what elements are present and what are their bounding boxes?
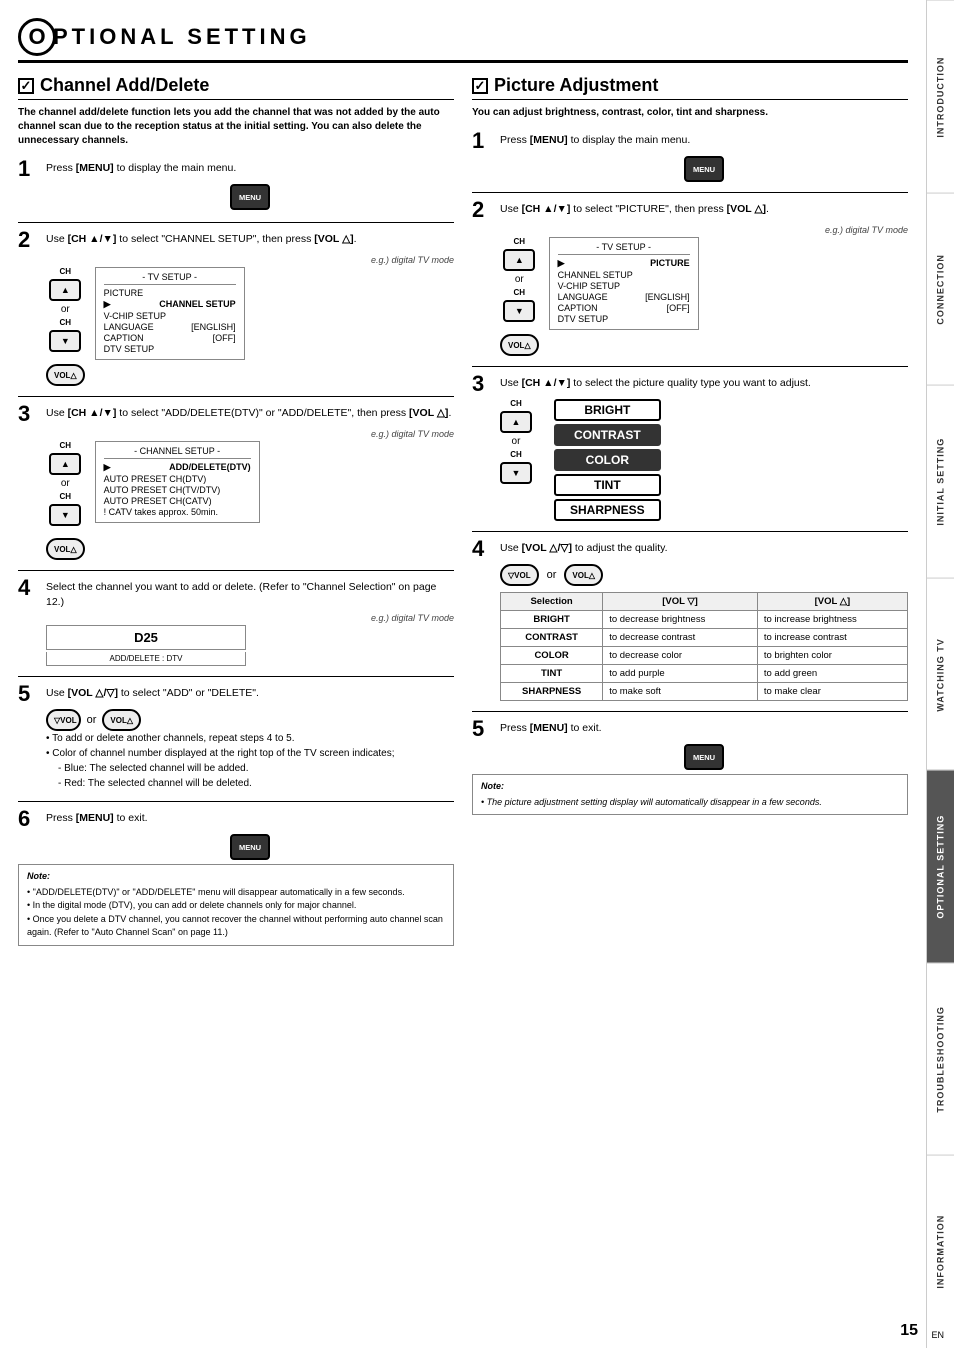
- quality-buttons: BRIGHT CONTRAST COLOR TINT SHARPNESS: [554, 399, 661, 521]
- ch-down-btn-p3[interactable]: [500, 462, 532, 484]
- page-number: 15: [900, 1322, 918, 1340]
- picture-section: ✓ Picture Adjustment You can adjust brig…: [472, 75, 908, 956]
- bright-btn: BRIGHT: [554, 399, 661, 421]
- ch-up-btn-p3[interactable]: [500, 411, 532, 433]
- color-btn: COLOR: [554, 449, 661, 471]
- right-sidebar: INTRODUCTION CONNECTION INITIAL SETTING …: [926, 0, 954, 1348]
- channel-step-3: 3 Use [CH ▲/▼] to select "ADD/DELETE(DTV…: [18, 403, 454, 560]
- picture-desc: You can adjust brightness, contrast, col…: [472, 106, 908, 120]
- menu-btn-p1: MENU: [684, 156, 724, 182]
- header-title: PTIONAL SETTING: [53, 24, 311, 50]
- menu-button-area-p5: MENU: [500, 744, 908, 770]
- vol-up-btn-p4[interactable]: VOL△: [564, 564, 603, 586]
- ch-down-btn-2[interactable]: [49, 330, 81, 352]
- sidebar-tab-connection[interactable]: CONNECTION: [927, 193, 954, 386]
- pic-step-1: 1 Press [MENU] to display the main menu.…: [472, 130, 908, 182]
- channel-step-5: 5 Use [VOL △/▽] to select "ADD" or "DELE…: [18, 683, 454, 791]
- channel-step-4: 4 Select the channel you want to add or …: [18, 577, 454, 666]
- page-header: O PTIONAL SETTING: [18, 18, 908, 63]
- channel-step-6: 6 Press [MENU] to exit. MENU Note: "ADD/…: [18, 808, 454, 946]
- vol-up-btn-p2[interactable]: VOL△: [500, 334, 539, 356]
- vol-up-btn-3[interactable]: VOL△: [46, 538, 85, 560]
- table-row: SHARPNESS to make soft to make clear: [501, 683, 908, 701]
- add-delete-label: ADD/DELETE : DTV: [46, 652, 246, 666]
- header-circle: O: [18, 18, 56, 56]
- sidebar-tab-information[interactable]: INFORMATION: [927, 1155, 954, 1348]
- picture-heading: ✓ Picture Adjustment: [472, 75, 908, 100]
- channel-desc: The channel add/delete function lets you…: [18, 106, 454, 148]
- sidebar-tab-troubleshooting[interactable]: TROUBLESHOOTING: [927, 963, 954, 1156]
- pic-step-2: 2 Use [CH ▲/▼] to select "PICTURE", then…: [472, 199, 908, 356]
- channel-heading: ✓ Channel Add/Delete: [18, 75, 454, 100]
- tint-btn: TINT: [554, 474, 661, 496]
- ch-buttons-3: CH or CH VOL△: [46, 441, 85, 560]
- ch-buttons-2: CH or CH VOL△: [46, 267, 85, 386]
- vol-down-btn-p4[interactable]: ▽VOL: [500, 564, 539, 586]
- tv-setup-box-2: - TV SETUP - PICTURE CHANNEL SETUP V-CHI…: [95, 267, 245, 360]
- menu-button-area-p1: MENU: [500, 156, 908, 182]
- sidebar-tab-watching[interactable]: WATCHING TV: [927, 578, 954, 771]
- ch-up-btn-2[interactable]: [49, 279, 81, 301]
- en-label: EN: [931, 1330, 944, 1340]
- sidebar-tab-introduction[interactable]: INTRODUCTION: [927, 0, 954, 193]
- step5-bullets: To add or delete another channels, repea…: [46, 731, 454, 761]
- vol-down-btn-5[interactable]: ▽VOL: [46, 709, 81, 731]
- ch-buttons-p3: CH or CH: [500, 399, 532, 484]
- ch-up-btn-3[interactable]: [49, 453, 81, 475]
- pic-step-3: 3 Use [CH ▲/▼] to select the picture qua…: [472, 373, 908, 521]
- d25-box: D25: [46, 625, 246, 650]
- vol-up-btn-5[interactable]: VOL△: [102, 709, 141, 731]
- menu-button-area-6: MENU: [46, 834, 454, 860]
- vol-up-btn-2[interactable]: VOL△: [46, 364, 85, 386]
- sidebar-tab-optional[interactable]: OPTIONAL SETTING: [927, 770, 954, 963]
- tv-setup-box-p2: - TV SETUP - PICTURE CHANNEL SETUP V-CHI…: [549, 237, 699, 330]
- menu-btn-1: MENU: [230, 184, 270, 210]
- picture-note-box: Note: The picture adjustment setting dis…: [472, 774, 908, 815]
- table-row: CONTRAST to decrease contrast to increas…: [501, 629, 908, 647]
- contrast-btn: CONTRAST: [554, 424, 661, 446]
- step5-indent: Blue: The selected channel will be added…: [58, 761, 454, 791]
- sidebar-tab-initial[interactable]: INITIAL SETTING: [927, 385, 954, 578]
- menu-button-area-1: MENU: [46, 184, 454, 212]
- ch-buttons-p2: CH or CH VOL△: [500, 237, 539, 356]
- channel-section: ✓ Channel Add/Delete The channel add/del…: [18, 75, 454, 956]
- table-row: TINT to add purple to add green: [501, 665, 908, 683]
- adjustment-table: Selection [VOL ▽] [VOL △] BRIGHT to decr…: [500, 592, 908, 701]
- menu-btn-p5: MENU: [684, 744, 724, 770]
- checkbox-icon: ✓: [18, 78, 34, 94]
- channel-step-2: 2 Use [CH ▲/▼] to select "CHANNEL SETUP"…: [18, 229, 454, 386]
- menu-btn-6: MENU: [230, 834, 270, 860]
- channel-setup-box-3: - CHANNEL SETUP - ADD/DELETE(DTV) AUTO P…: [95, 441, 260, 523]
- ch-up-btn-p2[interactable]: [503, 249, 535, 271]
- pic-step-4: 4 Use [VOL △/▽] to adjust the quality. ▽…: [472, 538, 908, 701]
- channel-note-box: Note: "ADD/DELETE(DTV)" or "ADD/DELETE" …: [18, 864, 454, 946]
- table-row: COLOR to decrease color to brighten colo…: [501, 647, 908, 665]
- channel-step-1: 1 Press [MENU] to display the main menu.…: [18, 158, 454, 212]
- ch-down-btn-p2[interactable]: [503, 300, 535, 322]
- sharpness-btn: SHARPNESS: [554, 499, 661, 521]
- table-row: BRIGHT to decrease brightness to increas…: [501, 611, 908, 629]
- checkbox-icon-pic: ✓: [472, 78, 488, 94]
- ch-down-btn-3[interactable]: [49, 504, 81, 526]
- pic-step-5: 5 Press [MENU] to exit. MENU Note: The p…: [472, 718, 908, 815]
